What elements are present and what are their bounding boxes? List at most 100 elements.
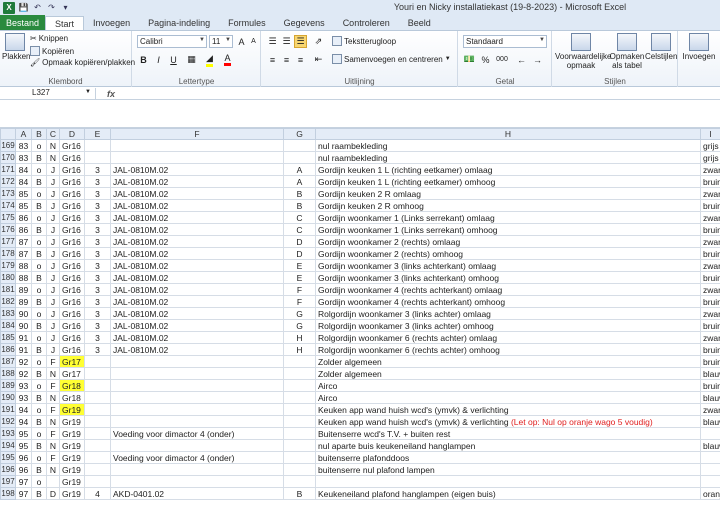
cell-b[interactable]: o (31, 451, 47, 464)
cell-c[interactable]: J (46, 319, 60, 332)
tab-start[interactable]: Start (45, 16, 85, 30)
cell-a[interactable]: 83 (15, 151, 32, 164)
cell-c[interactable]: N (46, 391, 60, 404)
cell-f[interactable]: JAL-0810M.02 (110, 271, 284, 284)
cell-a[interactable]: 84 (15, 163, 32, 176)
row-header[interactable]: 188 (0, 367, 16, 380)
cell-a[interactable]: 87 (15, 247, 32, 260)
font-size-select[interactable]: 11 ▼ (209, 35, 233, 48)
row-header[interactable]: 170 (0, 151, 16, 164)
row-header[interactable]: 172 (0, 175, 16, 188)
cell-g[interactable]: E (283, 259, 316, 272)
cell-f[interactable] (110, 415, 284, 428)
cell-i[interactable]: zwart (700, 211, 720, 224)
cell-e[interactable] (84, 415, 111, 428)
cell-c[interactable]: N (46, 415, 60, 428)
cell-e[interactable] (84, 391, 111, 404)
cell-d[interactable]: Gr16 (59, 343, 85, 356)
cell-g[interactable]: B (283, 487, 316, 500)
cell-i[interactable]: bruin (700, 247, 720, 260)
cell-a[interactable]: 83 (15, 139, 32, 152)
cell-c[interactable]: F (46, 451, 60, 464)
cell-d[interactable]: Gr18 (59, 379, 85, 392)
cell-h[interactable]: Gordijn woonkamer 4 (rechts achterkant) … (315, 283, 701, 296)
cell-g[interactable] (283, 451, 316, 464)
align-right-button[interactable]: ≡ (294, 53, 307, 66)
row-header[interactable]: 196 (0, 463, 16, 476)
cell-a[interactable]: 88 (15, 259, 32, 272)
align-top-button[interactable]: ☰ (266, 35, 279, 48)
thousands-button[interactable]: 000 (493, 53, 511, 66)
cell-e[interactable] (84, 463, 111, 476)
cell-b[interactable]: o (31, 379, 47, 392)
cell-i[interactable]: grijs (700, 151, 720, 164)
cell-d[interactable]: Gr16 (59, 163, 85, 176)
cell-a[interactable]: 96 (15, 463, 32, 476)
cell-a[interactable]: 90 (15, 307, 32, 320)
row-header[interactable]: 190 (0, 391, 16, 404)
cell-a[interactable]: 95 (15, 427, 32, 440)
cell-h[interactable]: Gordijn woonkamer 1 (Links serrekant) om… (315, 223, 701, 236)
cell-i[interactable]: grijs (700, 139, 720, 152)
cell-e[interactable]: 3 (84, 163, 111, 176)
cell-a[interactable]: 92 (15, 367, 32, 380)
cell-a[interactable]: 94 (15, 415, 32, 428)
cell-h[interactable]: Rolgordijn woonkamer 6 (rechts achter) o… (315, 331, 701, 344)
cell-f[interactable]: JAL-0810M.02 (110, 307, 284, 320)
font-color-button[interactable]: A (221, 53, 234, 66)
row-header[interactable]: 189 (0, 379, 16, 392)
cell-f[interactable]: JAL-0810M.02 (110, 163, 284, 176)
font-name-select[interactable]: Calibri ▼ (137, 35, 207, 48)
cell-g[interactable] (283, 355, 316, 368)
align-bottom-button[interactable]: ☰ (294, 35, 307, 48)
cell-i[interactable]: zwart (700, 259, 720, 272)
cell-e[interactable]: 3 (84, 331, 111, 344)
wrap-text-button[interactable]: Tekstterugloop (332, 36, 396, 46)
cell-b[interactable]: B (31, 391, 47, 404)
cell-b[interactable]: B (31, 199, 47, 212)
cell-g[interactable]: C (283, 223, 316, 236)
number-format-select[interactable]: Standaard ▼ (463, 35, 547, 48)
row-header[interactable]: 180 (0, 271, 16, 284)
insert-function-icon[interactable]: fx (96, 89, 126, 99)
cell-a[interactable]: 88 (15, 271, 32, 284)
cell-b[interactable]: B (31, 319, 47, 332)
cell-g[interactable]: H (283, 331, 316, 344)
cell-d[interactable]: Gr16 (59, 151, 85, 164)
row-header[interactable]: 197 (0, 475, 16, 488)
tab-view[interactable]: Beeld (399, 16, 440, 30)
cell-e[interactable]: 3 (84, 235, 111, 248)
row-header[interactable]: 198 (0, 487, 16, 500)
cell-i[interactable] (700, 427, 720, 440)
row-header[interactable]: 195 (0, 451, 16, 464)
cell-c[interactable]: N (46, 139, 60, 152)
row-header[interactable]: 171 (0, 163, 16, 176)
bold-button[interactable]: B (137, 53, 150, 66)
cell-a[interactable]: 92 (15, 355, 32, 368)
column-header[interactable]: E (84, 128, 111, 140)
cell-d[interactable]: Gr19 (59, 439, 85, 452)
cell-g[interactable]: D (283, 247, 316, 260)
cell-g[interactable]: G (283, 319, 316, 332)
cell-g[interactable] (283, 415, 316, 428)
row-header[interactable]: 194 (0, 439, 16, 452)
cell-a[interactable]: 85 (15, 187, 32, 200)
cell-e[interactable]: 3 (84, 307, 111, 320)
format-painter-button[interactable]: 🖌 Opmaak kopiëren/plakken (30, 58, 135, 67)
cell-f[interactable]: JAL-0810M.02 (110, 259, 284, 272)
cell-d[interactable]: Gr17 (59, 367, 85, 380)
cell-a[interactable]: 97 (15, 487, 32, 500)
cell-h[interactable]: nul raambekleding (315, 139, 701, 152)
row-header[interactable]: 192 (0, 415, 16, 428)
cell-f[interactable]: JAL-0810M.02 (110, 175, 284, 188)
cell-b[interactable]: o (31, 259, 47, 272)
cell-h[interactable]: Rolgordijn woonkamer 3 (links achter) om… (315, 307, 701, 320)
cell-h[interactable]: Gordijn keuken 1 L (richting eetkamer) o… (315, 163, 701, 176)
cell-h[interactable]: Gordijn woonkamer 2 (rechts) omhoog (315, 247, 701, 260)
cell-f[interactable] (110, 355, 284, 368)
cell-h[interactable]: Gordijn woonkamer 4 (rechts achterkant) … (315, 295, 701, 308)
column-header[interactable]: D (59, 128, 85, 140)
formula-input[interactable] (126, 88, 720, 99)
cell-f[interactable] (110, 379, 284, 392)
cell-d[interactable]: Gr19 (59, 451, 85, 464)
